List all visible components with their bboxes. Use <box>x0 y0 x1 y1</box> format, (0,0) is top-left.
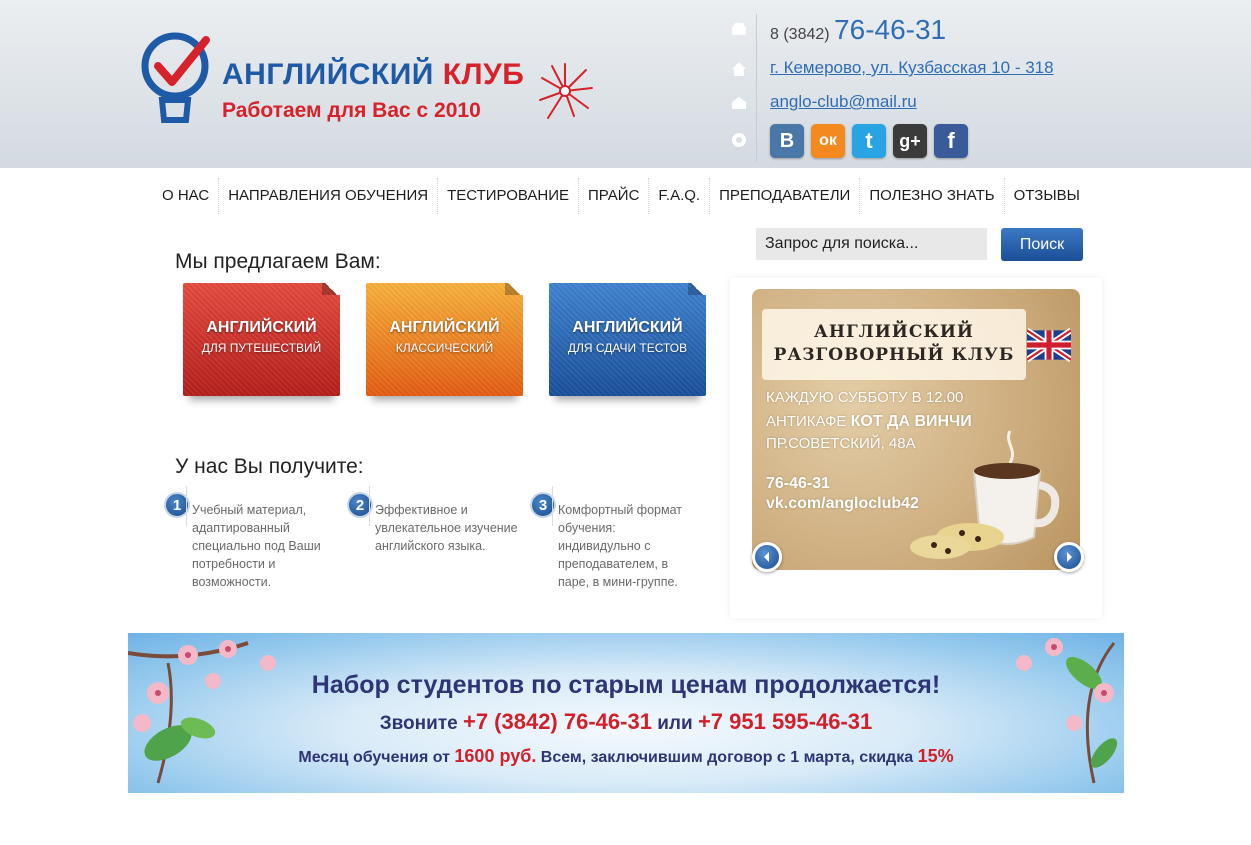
slide-title-line1: АНГЛИЙСКИЙ <box>814 322 974 342</box>
banner-discount: 15% <box>917 746 954 766</box>
slider-prev-button[interactable] <box>752 542 782 572</box>
logo-title-part1: АНГЛИЙСКИЙ <box>222 58 443 91</box>
slide-schedule: КАЖДУЮ СУББОТУ В 12.00 <box>766 389 964 406</box>
facebook-icon[interactable]: f <box>934 124 968 158</box>
nav-item-price[interactable]: ПРАЙС <box>578 178 648 214</box>
benefit-text: Учебный материал, адаптированный специал… <box>192 503 321 589</box>
header-phone[interactable]: 8 (3842) 76-46-31 <box>770 14 946 46</box>
banner-price-line: Месяц обучения от 1600 руб. Всем, заключ… <box>128 746 1124 767</box>
chevron-right-icon <box>1067 552 1072 562</box>
address-link[interactable]: г. Кемерово, ул. Кузбасская 10 - 318 <box>770 58 1054 78</box>
globe-icon <box>732 133 746 147</box>
course-card-title: АНГЛИЙСКИЙ <box>389 319 500 336</box>
benefit-divider <box>369 486 370 526</box>
slide-address: ПР.СОВЕТСКИЙ, 48А <box>766 435 916 452</box>
uk-flag-icon <box>1027 327 1071 363</box>
promo-banner[interactable]: Набор студентов по старым ценам продолжа… <box>128 633 1124 793</box>
benefit-divider <box>186 486 187 526</box>
firework-burst-icon <box>539 63 593 119</box>
slide-venue-prefix: АНТИКАФЕ <box>766 413 851 430</box>
banner-phone-2: +7 951 595-46-31 <box>697 709 873 734</box>
nav-item-testing[interactable]: ТЕСТИРОВАНИЕ <box>437 178 578 214</box>
course-card-travel[interactable]: АНГЛИЙСКИЙ ДЛЯ ПУТЕШЕСТВИЙ <box>183 283 340 396</box>
odnoklassniki-icon[interactable]: ок <box>811 124 845 158</box>
course-card-subtitle: ДЛЯ ПУТЕШЕСТВИЙ <box>201 341 322 355</box>
slide-vk-link: vk.com/angloclub42 <box>766 495 919 512</box>
card-corner-fold <box>505 283 523 295</box>
email-link[interactable]: anglo-club@mail.ru <box>770 92 917 112</box>
phone-code: 8 (3842) <box>770 26 830 43</box>
logo-lightbulb-check-icon[interactable] <box>140 28 216 128</box>
vk-icon[interactable]: B <box>770 124 804 158</box>
coffee-cup-cookies-illustration <box>910 430 1060 559</box>
slide-title-line2: РАЗГОВОРНЫЙ КЛУБ <box>773 345 1015 365</box>
nav-item-faq[interactable]: F.A.Q. <box>648 178 709 214</box>
card-corner-fold <box>322 283 340 295</box>
chevron-left-icon <box>764 552 769 562</box>
benefit-divider <box>552 486 553 526</box>
course-card-classic[interactable]: АНГЛИЙСКИЙ КЛАССИЧЕСКИЙ <box>366 283 523 396</box>
course-card-subtitle: ДЛЯ СДАЧИ ТЕСТОВ <box>567 341 688 355</box>
search-input[interactable] <box>756 228 987 260</box>
course-card-title: АНГЛИЙСКИЙ <box>572 319 683 336</box>
google-plus-icon[interactable]: g+ <box>893 124 927 158</box>
phone-number: 76-46-31 <box>834 14 947 45</box>
logo-subtitle: Работаем для Вас с 2010 <box>222 99 481 122</box>
logo-title-part2: КЛУБ <box>442 58 525 91</box>
banner-call-text: Звоните <box>379 713 463 734</box>
slider-next-button[interactable] <box>1054 542 1084 572</box>
card-corner-fold <box>688 283 706 295</box>
nav-item-teachers[interactable]: ПРЕПОДАВАТЕЛИ <box>709 178 859 214</box>
contacts-divider <box>756 14 757 162</box>
twitter-icon[interactable]: t <box>852 124 886 158</box>
nav-item-useful[interactable]: ПОЛЕЗНО ЗНАТЬ <box>859 178 1003 214</box>
banner-discount-text: Всем, заключившим договор с 1 марта, ски… <box>536 749 918 766</box>
course-card-tests[interactable]: АНГЛИЙСКИЙ ДЛЯ СДАЧИ ТЕСТОВ <box>549 283 706 396</box>
banner-headline: Набор студентов по старым ценам продолжа… <box>311 671 941 699</box>
main-nav: О НАС НАПРАВЛЕНИЯ ОБУЧЕНИЯ ТЕСТИРОВАНИЕ … <box>153 178 1089 214</box>
slide-phone: 76-46-31 <box>766 475 831 492</box>
home-icon <box>732 62 746 76</box>
nav-item-reviews[interactable]: ОТЗЫВЫ <box>1003 178 1089 214</box>
phone-icon <box>732 23 746 35</box>
slide-conversation-club[interactable]: АНГЛИЙСКИЙ РАЗГОВОРНЫЙ КЛУБ КАЖДУЮ СУББО… <box>752 289 1080 570</box>
banner-or-text: или <box>651 713 698 734</box>
banner-phones: Звоните +7 (3842) 76-46-31 или +7 951 59… <box>128 709 1124 735</box>
benefits-heading: У нас Вы получите: <box>175 455 364 478</box>
offer-heading: Мы предлагаем Вам: <box>175 250 381 273</box>
banner-price-text: Месяц обучения от <box>298 749 455 766</box>
banner-phone-1: +7 (3842) 76-46-31 <box>462 709 652 734</box>
benefit-text: Эффективное и увлекательное изучение анг… <box>375 503 518 553</box>
nav-item-directions[interactable]: НАПРАВЛЕНИЯ ОБУЧЕНИЯ <box>218 178 437 214</box>
mail-icon <box>732 97 746 109</box>
logo-title[interactable]: АНГЛИЙСКИЙ КЛУБ <box>222 58 524 92</box>
course-card-subtitle: КЛАССИЧЕСКИЙ <box>395 341 494 355</box>
course-card-title: АНГЛИЙСКИЙ <box>206 319 317 336</box>
benefit-text: Комфортный формат обучения: индивидульно… <box>558 503 682 589</box>
search-button[interactable]: Поиск <box>1001 228 1083 261</box>
nav-item-about[interactable]: О НАС <box>153 178 218 214</box>
banner-price: 1600 руб. <box>454 746 537 766</box>
